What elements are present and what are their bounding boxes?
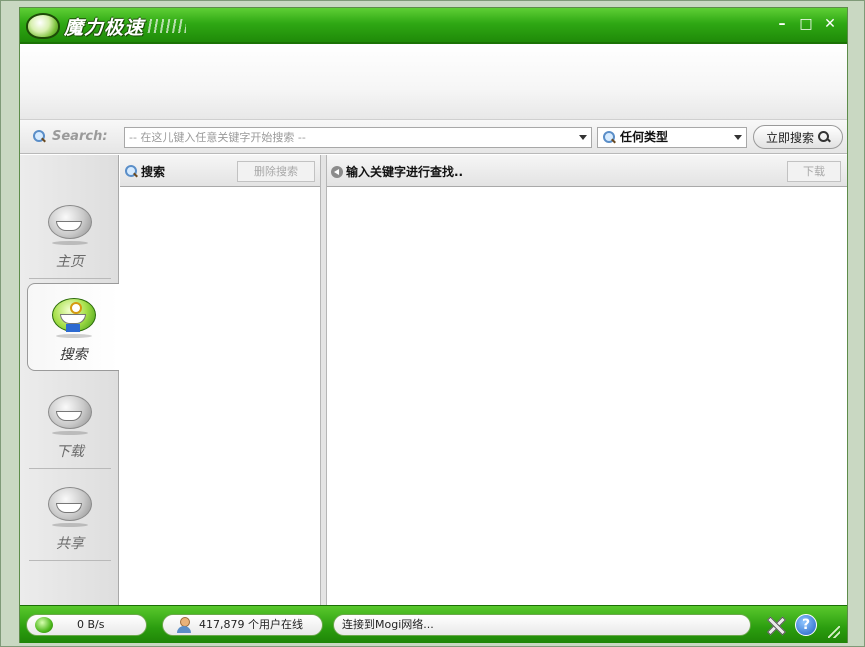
sidebar-item-download[interactable]: 下载 — [27, 381, 113, 469]
back-arrow-icon — [331, 165, 343, 178]
banner-area — [20, 44, 847, 120]
online-users-indicator: 417,879 个用户在线 — [162, 614, 323, 636]
close-button[interactable]: ✕ — [823, 16, 837, 32]
results-header: 输入关键字进行查找.. 下载 — [327, 155, 847, 187]
status-bar: 0 B/s 417,879 个用户在线 连接到Mogi网络... ? — [20, 605, 847, 643]
resize-grip-icon[interactable] — [828, 626, 840, 638]
user-icon — [177, 617, 191, 633]
file-type-value: 任何类型 — [620, 130, 669, 144]
connection-status-text: 连接到Mogi网络... — [342, 618, 434, 631]
speed-indicator: 0 B/s — [26, 614, 147, 636]
search-label-group: Search: — [32, 129, 108, 144]
search-list-panel: 搜索 删除搜索 — [120, 155, 321, 605]
search-now-button[interactable]: 立即搜索 — [753, 125, 843, 149]
divider — [29, 560, 111, 561]
file-type-select[interactable]: 任何类型 — [597, 127, 747, 148]
tools-icon[interactable] — [765, 615, 785, 635]
divider — [29, 468, 111, 469]
app-title: 魔力极速 — [64, 16, 145, 39]
window-controls: – □ ✕ — [775, 16, 837, 32]
app-logo: 魔力极速 — [26, 11, 187, 41]
magnifier-icon — [818, 131, 830, 143]
home-mascot-icon — [46, 201, 94, 245]
keyword-input[interactable]: -- 在这儿键入任意关键字开始搜索 -- — [124, 127, 592, 148]
help-icon[interactable]: ? — [795, 614, 817, 636]
logo-speed-stripes — [146, 19, 187, 33]
app-window: 魔力极速 – □ ✕ Search: -- 在这儿键入任意关键字开始搜索 -- — [19, 7, 848, 643]
search-icon — [32, 129, 46, 144]
minimize-button[interactable]: – — [775, 16, 789, 32]
search-label: Search: — [52, 129, 108, 144]
search-list-title: 搜索 — [124, 163, 165, 180]
title-bar[interactable]: 魔力极速 – □ ✕ — [20, 8, 847, 44]
chevron-down-icon[interactable] — [579, 135, 587, 140]
type-search-icon — [602, 131, 616, 145]
download-button[interactable]: 下载 — [787, 161, 841, 182]
keyword-placeholder: -- 在这儿键入任意关键字开始搜索 -- — [129, 131, 306, 144]
sidebar-item-label: 主页 — [56, 254, 84, 270]
sidebar: 主页 搜索 下载 共享 — [20, 155, 119, 605]
results-title: 输入关键字进行查找.. — [331, 163, 463, 180]
sidebar-item-home[interactable]: 主页 — [27, 191, 113, 279]
sidebar-item-share[interactable]: 共享 — [27, 473, 113, 561]
chevron-down-icon[interactable] — [734, 135, 742, 140]
divider — [29, 278, 111, 279]
maximize-button[interactable]: □ — [799, 16, 813, 32]
connection-status: 连接到Mogi网络... — [333, 614, 751, 636]
sidebar-item-label: 搜索 — [59, 347, 88, 363]
speed-icon — [35, 617, 53, 633]
search-toolbar: Search: -- 在这儿键入任意关键字开始搜索 -- 任何类型 立即搜索 — [20, 120, 847, 154]
sidebar-item-search[interactable]: 搜索 — [27, 283, 119, 371]
results-panel: 输入关键字进行查找.. 下载 — [326, 155, 847, 605]
search-list-header: 搜索 删除搜索 — [120, 155, 320, 187]
delete-search-button[interactable]: 删除搜索 — [237, 161, 315, 182]
mascot-logo-icon — [26, 13, 60, 39]
share-mascot-icon — [46, 483, 94, 527]
sidebar-item-label: 共享 — [56, 536, 84, 552]
search-icon — [124, 164, 138, 179]
download-mascot-icon — [46, 391, 94, 435]
online-users-count: 417,879 个用户在线 — [199, 618, 303, 631]
window-frame: 魔力极速 – □ ✕ Search: -- 在这儿键入任意关键字开始搜索 -- — [0, 0, 865, 647]
search-mascot-icon — [50, 294, 98, 338]
sidebar-item-label: 下载 — [56, 444, 84, 460]
search-now-label: 立即搜索 — [765, 130, 814, 145]
speed-value: 0 B/s — [77, 618, 105, 631]
